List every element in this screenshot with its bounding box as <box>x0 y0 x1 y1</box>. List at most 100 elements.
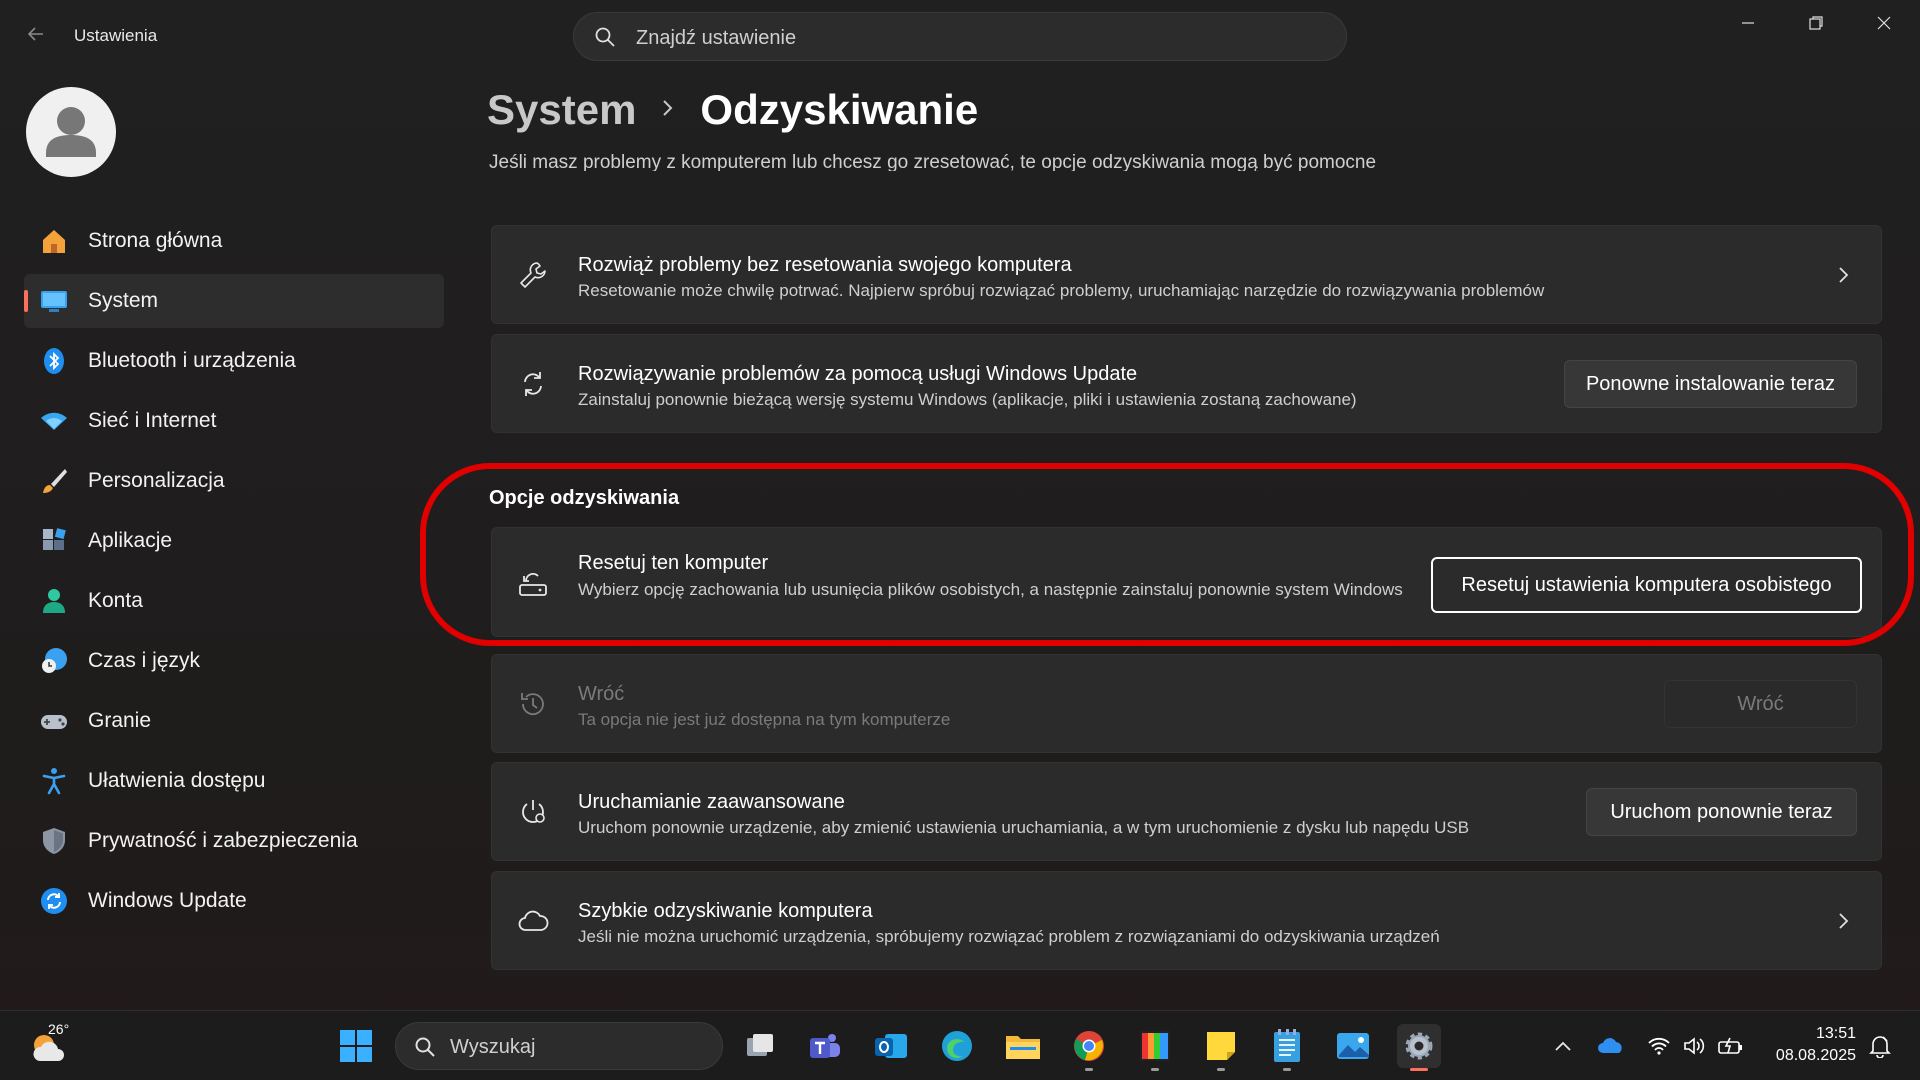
history-icon <box>516 687 550 721</box>
reset-pc-icon <box>516 566 550 600</box>
card-description: Zainstaluj ponownie bieżącą wersję syste… <box>578 390 1357 409</box>
taskbar-clock[interactable]: 13:51 08.08.2025 <box>1760 1023 1856 1067</box>
show-hidden-icons-button[interactable] <box>1551 1033 1575 1059</box>
running-indicator <box>1283 1068 1291 1071</box>
settings-window: Ustawienia Znajdź ustawienie Strona głów… <box>0 0 1920 1080</box>
sidebar-item-label: Strona główna <box>88 229 223 252</box>
onedrive-cloud-icon <box>1598 1038 1622 1053</box>
windows-update-fix-card: Rozwiązywanie problemów za pomocą usługi… <box>491 334 1882 433</box>
folder-icon <box>1006 1036 1040 1059</box>
card-description: Wybierz opcję zachowania lub usunięcia p… <box>578 580 1403 599</box>
sidebar-item-label: Bluetooth i urządzenia <box>88 349 296 372</box>
task-view-button[interactable] <box>738 1024 782 1068</box>
sidebar-item-label: Granie <box>88 709 152 732</box>
account-icon <box>38 585 70 617</box>
sidebar-item-personalization[interactable]: Personalizacja <box>24 454 444 508</box>
taskbar-color-app[interactable] <box>1133 1024 1177 1071</box>
wifi-tray[interactable] <box>1645 1033 1673 1059</box>
restore-button[interactable] <box>1782 0 1850 46</box>
taskbar-notepad[interactable] <box>1265 1024 1309 1071</box>
system-display-icon <box>38 285 70 317</box>
card-description: Ta opcja nie jest już dostępna na tym ko… <box>578 710 951 729</box>
sidebar-item-time-language[interactable]: Czas i język <box>24 634 444 688</box>
edge-icon <box>942 1031 972 1061</box>
volume-tray[interactable] <box>1680 1033 1708 1059</box>
sidebar-item-bluetooth[interactable]: Bluetooth i urządzenia <box>24 334 444 388</box>
title-bar: Ustawienia Znajdź ustawienie <box>0 0 1920 74</box>
apps-icon <box>38 525 70 557</box>
weather-temperature: 26° <box>48 1021 70 1037</box>
card-description: Resetowanie może chwilę potrwać. Najpier… <box>578 281 1545 300</box>
breadcrumb-parent-link[interactable]: System <box>487 86 636 134</box>
sidebar-item-label: Konta <box>88 589 143 612</box>
task-view-icon <box>747 1034 773 1056</box>
sidebar-item-label: Personalizacja <box>88 469 225 492</box>
troubleshoot-card[interactable]: Rozwiąż problemy bez resetowania swojego… <box>491 225 1882 324</box>
taskbar-chrome[interactable] <box>1067 1024 1111 1071</box>
battery-tray[interactable] <box>1716 1033 1746 1059</box>
wifi-icon <box>1648 1037 1670 1055</box>
card-title: Resetuj ten komputer <box>578 552 769 574</box>
sidebar-item-windows-update[interactable]: Windows Update <box>24 874 444 928</box>
chevron-right-icon <box>1839 913 1849 929</box>
close-button[interactable] <box>1850 0 1918 46</box>
sidebar-item-home[interactable]: Strona główna <box>24 214 444 268</box>
sidebar-item-accessibility[interactable]: Ułatwienia dostępu <box>24 754 444 808</box>
sidebar-item-label: Windows Update <box>88 889 247 912</box>
go-back-card: Wróć Ta opcja nie jest już dostępna na t… <box>491 654 1882 753</box>
breadcrumb: System Odzyskiwanie <box>487 86 978 134</box>
reinstall-now-button[interactable]: Ponowne instalowanie teraz <box>1564 360 1857 408</box>
outlook-icon <box>875 1034 907 1058</box>
sidebar-item-gaming[interactable]: Granie <box>24 694 444 748</box>
search-placeholder: Znajdź ustawienie <box>636 27 797 49</box>
clock-time: 13:51 <box>1815 1025 1856 1042</box>
advanced-startup-icon <box>516 795 550 829</box>
notifications-button[interactable] <box>1866 1033 1894 1059</box>
section-title-recovery-options: Opcje odzyskiwania <box>489 487 680 509</box>
restore-icon <box>1809 16 1823 30</box>
start-button[interactable] <box>334 1024 378 1068</box>
reset-pc-button[interactable]: Resetuj ustawienia komputera osobistego <box>1431 557 1862 613</box>
taskbar-settings[interactable] <box>1397 1024 1441 1071</box>
card-description: Jeśli nie można uruchomić urządzenia, sp… <box>578 927 1440 946</box>
sidebar-item-apps[interactable]: Aplikacje <box>24 514 444 568</box>
chevron-up-icon <box>1555 1041 1571 1051</box>
clock-date: 08.08.2025 <box>1775 1047 1856 1064</box>
quick-recovery-card[interactable]: Szybkie odzyskiwanie komputera Jeśli nie… <box>491 871 1882 970</box>
sidebar-nav: Strona główna System Bluetooth i urządze… <box>24 214 444 934</box>
sidebar-item-accounts[interactable]: Konta <box>24 574 444 628</box>
user-avatar[interactable] <box>26 87 116 177</box>
back-arrow-icon[interactable] <box>20 22 52 52</box>
sticky-notes-icon <box>1207 1032 1235 1060</box>
advanced-startup-card: Uruchamianie zaawansowane Uruchom ponown… <box>491 762 1882 861</box>
color-palette-icon <box>1140 1031 1170 1061</box>
taskbar-teams[interactable] <box>803 1024 847 1068</box>
wifi-icon <box>38 405 70 437</box>
taskbar-search-box[interactable]: Wyszukaj <box>395 1022 723 1070</box>
taskbar-outlook[interactable] <box>869 1024 913 1068</box>
running-indicator <box>1217 1068 1225 1071</box>
sidebar-item-label: Aplikacje <box>88 529 173 552</box>
taskbar-sticky-notes[interactable] <box>1199 1024 1243 1071</box>
taskbar-file-explorer[interactable] <box>1001 1024 1045 1068</box>
notification-bell-icon <box>1869 1036 1891 1058</box>
go-back-button: Wróć <box>1664 680 1857 728</box>
refresh-icon <box>516 367 550 401</box>
home-icon <box>38 225 70 257</box>
sidebar-item-privacy[interactable]: Prywatność i zabezpieczenia <box>24 814 444 868</box>
sidebar-item-system[interactable]: System <box>24 274 444 328</box>
sidebar-item-label: System <box>88 289 159 312</box>
running-indicator <box>1085 1068 1093 1071</box>
close-icon <box>1877 16 1891 30</box>
card-title: Szybkie odzyskiwanie komputera <box>578 900 873 922</box>
taskbar-edge[interactable] <box>935 1024 979 1068</box>
sidebar-item-network[interactable]: Sieć i Internet <box>24 394 444 448</box>
restart-now-button[interactable]: Uruchom ponownie teraz <box>1586 788 1857 836</box>
sidebar-item-label: Czas i język <box>88 649 201 672</box>
minimize-button[interactable] <box>1714 0 1782 46</box>
onedrive-tray[interactable] <box>1596 1033 1626 1059</box>
settings-search-input[interactable]: Znajdź ustawienie <box>573 12 1347 61</box>
shield-icon <box>38 825 70 857</box>
taskbar-photos[interactable] <box>1331 1024 1375 1068</box>
reset-pc-card: Resetuj ten komputer Wybierz opcję zacho… <box>491 527 1882 637</box>
